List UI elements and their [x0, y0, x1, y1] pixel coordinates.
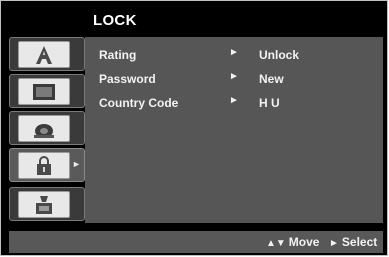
tab-others[interactable]	[9, 187, 85, 221]
arrow-right-icon: ►	[229, 95, 239, 106]
sidebar: ►	[9, 37, 85, 223]
other-settings-icon	[18, 191, 70, 218]
tab-display[interactable]	[9, 74, 85, 108]
play-arrow-icon: ►	[329, 238, 339, 249]
up-down-arrows-icon: ▲▼	[266, 238, 286, 249]
move-hint: ▲▼ Move	[266, 235, 319, 249]
page-title: LOCK	[93, 12, 137, 29]
menu-row-password[interactable]: Password ► New	[85, 69, 383, 89]
tab-language[interactable]	[9, 37, 85, 71]
password-value: New	[259, 72, 284, 86]
osd-window: LOCK ► Rating ► Unlock Password ► New Co…	[0, 0, 388, 256]
arrow-right-icon: ►	[229, 71, 239, 82]
country-code-value: H U	[259, 96, 280, 110]
select-hint: ► Select	[329, 235, 377, 249]
language-a-icon	[18, 41, 70, 68]
active-tab-pointer: ►	[72, 159, 81, 169]
footer-hint-bar: ▲▼ Move ► Select	[9, 231, 383, 253]
screen-icon	[18, 78, 70, 105]
tab-lock[interactable]: ►	[9, 148, 85, 182]
rating-label: Rating	[99, 48, 137, 62]
menu-row-country-code[interactable]: Country Code ► H U	[85, 93, 383, 113]
menu-row-rating[interactable]: Rating ► Unlock	[85, 45, 383, 65]
speaker-icon	[18, 115, 70, 142]
country-code-label: Country Code	[99, 96, 179, 110]
lock-icon	[18, 152, 70, 179]
password-label: Password	[99, 72, 156, 86]
lock-menu-panel: Rating ► Unlock Password ► New Country C…	[85, 37, 383, 223]
move-label: Move	[288, 235, 320, 249]
tab-audio[interactable]	[9, 111, 85, 145]
select-label: Select	[341, 235, 378, 249]
rating-value: Unlock	[259, 48, 300, 62]
arrow-right-icon: ►	[229, 47, 239, 58]
